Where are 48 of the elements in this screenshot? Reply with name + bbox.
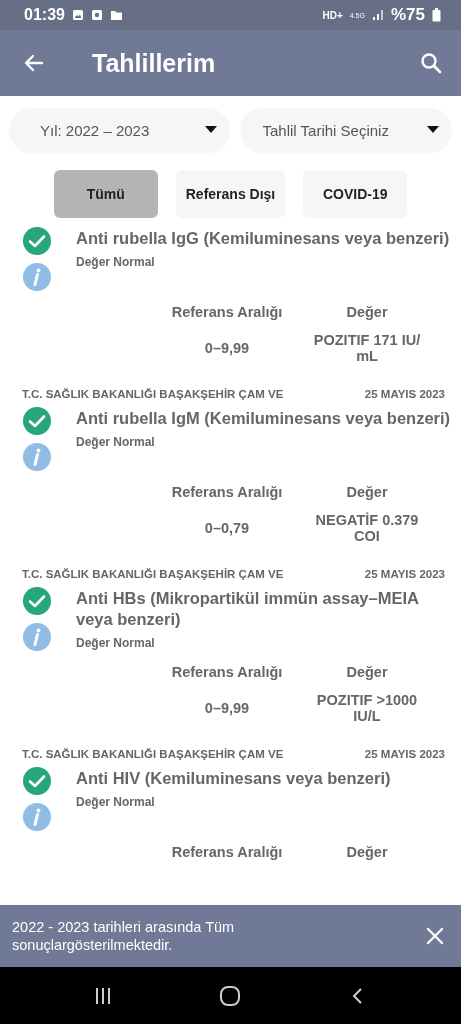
page-title: Tahlillerim [92,48,217,78]
filter-tab[interactable]: Tümü [53,170,158,218]
result-value: POZITIF >1000 IU/L [315,692,419,724]
reference-range: 0–0,79 [203,520,251,536]
caret-icon [427,126,439,134]
column-header: Referans Aralığı [170,484,284,500]
filter-tab[interactable]: COVID-19 [303,170,408,218]
column-header: Referans Aralığı [170,304,284,320]
result-date: 25 MAYIS 2023 [364,388,445,400]
battery-icon [432,8,441,22]
column-header: Değer [345,844,389,860]
column-header: Referans Aralığı [170,844,284,860]
dropdown-field[interactable]: Tahlil Tarihi Seçiniz [240,108,451,152]
camera-icon [90,9,103,21]
signal-icon [371,9,384,21]
result-date: 25 MAYIS 2023 [364,748,445,760]
result-status: Değer Normal [76,255,156,269]
test-name: Anti HBs (Mikropartikül immün assay–MEIA veya benzeri) [76,588,420,630]
result-status: Değer Normal [76,435,156,449]
filter-tab[interactable]: Referans Dışı [175,170,286,218]
result-date: 25 MAYIS 2023 [364,568,445,580]
dropdown-field[interactable]: Yıl: 2022 – 2023 [10,108,229,152]
caret-icon [204,126,217,134]
result-value: POZITIF 171 IU/ mL [312,332,422,364]
test-name: Anti HIV (Kemiluminesans veya benzeri) [76,768,391,789]
column-header: Değer [345,304,389,320]
folder-icon [109,9,123,21]
column-header: Referans Aralığı [170,664,284,680]
snackbar-message: 2022 - 2023 tarihleri arasında Tüm sonuçlargösterilmektedir. [12,918,236,954]
result-value: NEGATİF 0.379 COI [314,512,420,544]
column-header: Değer [345,664,389,680]
network-label: HD+ [322,9,343,21]
column-header: Değer [345,484,389,500]
hospital-name: T.C. SAĞLIK BAKANLIĞI BAŞAKŞEHİR ÇAM VE [22,388,284,400]
test-name: Anti rubella IgM (Kemiluminesans veya benzeri) [76,408,451,429]
image-icon [71,9,84,21]
result-status: Değer Normal [76,795,156,809]
hospital-name: T.C. SAĞLIK BAKANLIĞI BAŞAKŞEHİR ÇAM VE [22,748,284,760]
hospital-name: T.C. SAĞLIK BAKANLIĞI BAŞAKŞEHİR ÇAM VE [22,568,284,580]
reference-range: 0–9,99 [203,340,251,356]
clock-time: 01:39 [24,6,65,24]
search-icon [419,51,443,75]
close-icon [425,926,445,946]
reference-range: 0–9,99 [203,700,251,716]
result-status: Değer Normal [76,636,156,650]
test-name: Anti rubella IgG (Kemiluminesans veya benzeri) [76,228,450,249]
home-icon [218,983,243,1008]
battery-level: %75 [390,5,425,25]
